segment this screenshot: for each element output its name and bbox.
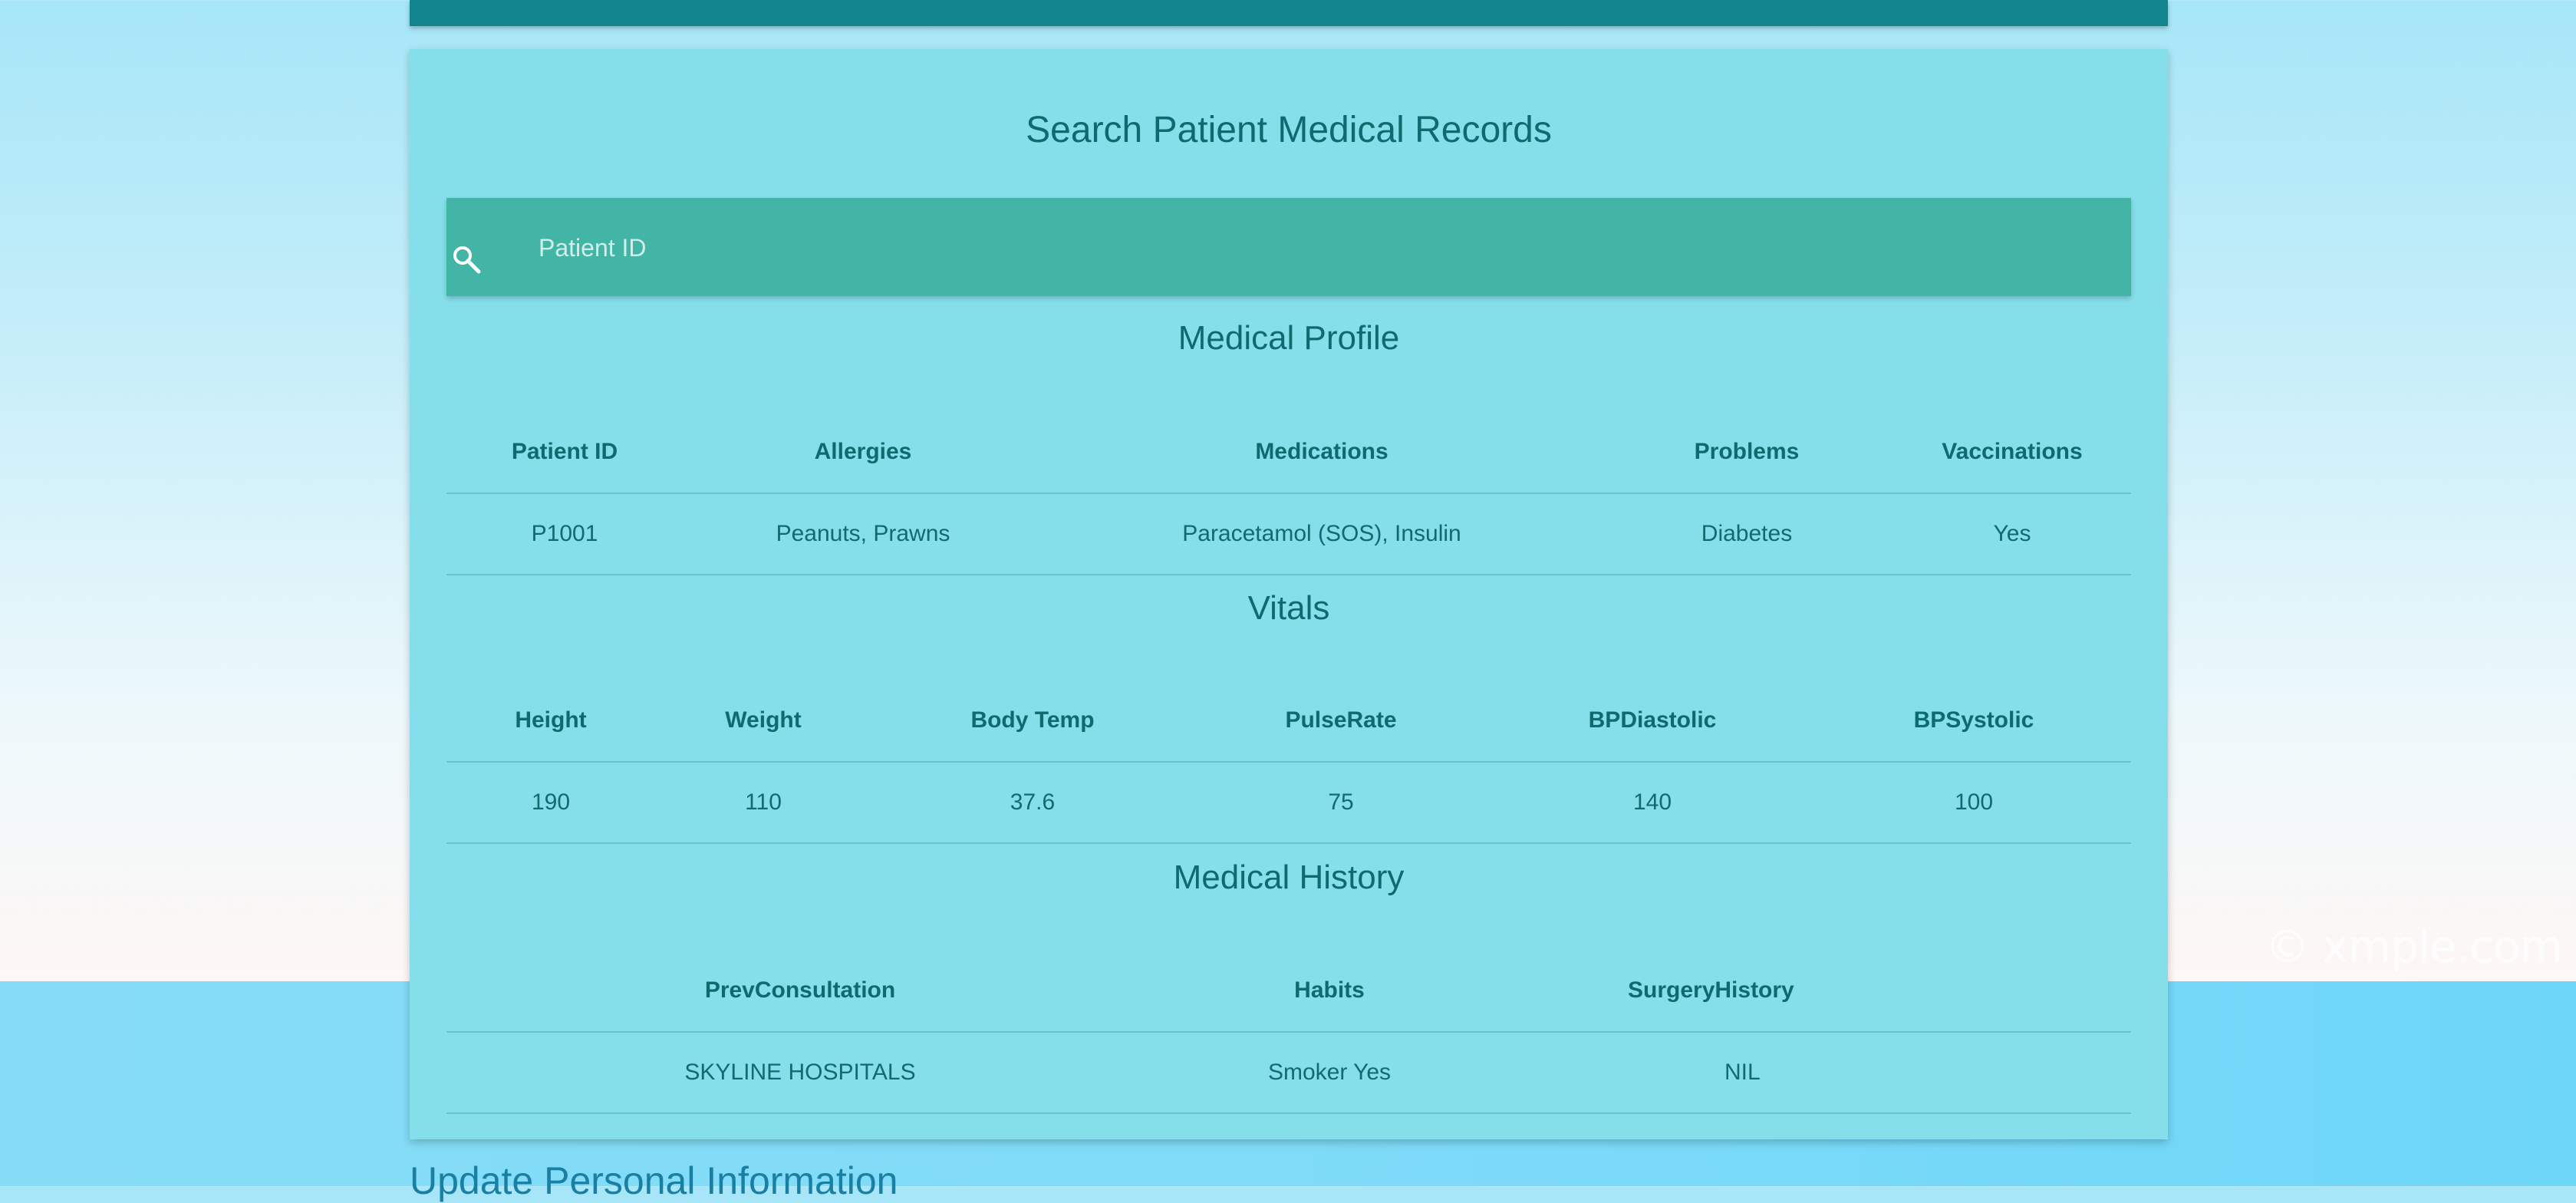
table-row: 190 110 37.6 75 140 100 bbox=[446, 762, 2131, 844]
top-navigation-bar bbox=[410, 0, 2168, 26]
search-bar bbox=[446, 198, 2131, 296]
table-row: P1001 Peanuts, Prawns Paracetamol (SOS),… bbox=[446, 493, 2131, 575]
table-cell: Smoker Yes bbox=[1154, 1032, 1505, 1114]
medical-profile-table: Patient ID Allergies Medications Problem… bbox=[446, 411, 2131, 575]
patient-id-search-input[interactable] bbox=[537, 221, 2074, 275]
update-personal-information-heading: Update Personal Information bbox=[410, 1159, 898, 1202]
column-header: Height bbox=[446, 680, 655, 763]
table-row: SKYLINE HOSPITALS Smoker Yes NIL bbox=[446, 1032, 2131, 1114]
column-header: Patient ID bbox=[446, 411, 683, 494]
column-header: Allergies bbox=[683, 411, 1043, 494]
table-cell: P1001 bbox=[446, 493, 683, 575]
vitals-title: Vitals bbox=[1247, 589, 1330, 627]
table-cell: 100 bbox=[1817, 762, 2131, 844]
column-header: Weight bbox=[655, 680, 871, 763]
column-header: Medications bbox=[1043, 411, 1600, 494]
column-header: SurgeryHistory bbox=[1505, 950, 2131, 1033]
table-cell: 75 bbox=[1194, 762, 1488, 844]
search-icon bbox=[453, 246, 481, 274]
watermark: © xmple.com bbox=[2265, 921, 2563, 973]
table-cell: 37.6 bbox=[871, 762, 1194, 844]
table-header-row: PrevConsultation Habits SurgeryHistory bbox=[446, 950, 2131, 1033]
table-cell: Diabetes bbox=[1600, 493, 1893, 575]
search-records-card: Search Patient Medical Records Medical P… bbox=[410, 49, 2168, 1139]
medical-history-table: PrevConsultation Habits SurgeryHistory S… bbox=[446, 950, 2131, 1114]
column-header: Body Temp bbox=[871, 680, 1194, 763]
table-cell: Paracetamol (SOS), Insulin bbox=[1043, 493, 1600, 575]
column-header: BPSystolic bbox=[1817, 680, 2131, 763]
medical-history-title: Medical History bbox=[1173, 859, 1405, 896]
table-cell: Yes bbox=[1893, 493, 2131, 575]
column-header: BPDiastolic bbox=[1488, 680, 1817, 763]
table-header-row: Height Weight Body Temp PulseRate BPDias… bbox=[446, 680, 2131, 763]
page-title: Search Patient Medical Records bbox=[1026, 110, 1552, 150]
column-header: PrevConsultation bbox=[446, 950, 1154, 1033]
table-cell: NIL bbox=[1505, 1032, 2131, 1114]
table-cell: 190 bbox=[446, 762, 655, 844]
table-cell: Peanuts, Prawns bbox=[683, 493, 1043, 575]
column-header: Habits bbox=[1154, 950, 1505, 1033]
table-cell: SKYLINE HOSPITALS bbox=[446, 1032, 1154, 1114]
table-header-row: Patient ID Allergies Medications Problem… bbox=[446, 411, 2131, 494]
column-header: PulseRate bbox=[1194, 680, 1488, 763]
medical-profile-title: Medical Profile bbox=[1178, 319, 1400, 357]
column-header: Vaccinations bbox=[1893, 411, 2131, 494]
table-cell: 110 bbox=[655, 762, 871, 844]
table-cell: 140 bbox=[1488, 762, 1817, 844]
vitals-table: Height Weight Body Temp PulseRate BPDias… bbox=[446, 680, 2131, 844]
column-header: Problems bbox=[1600, 411, 1893, 494]
